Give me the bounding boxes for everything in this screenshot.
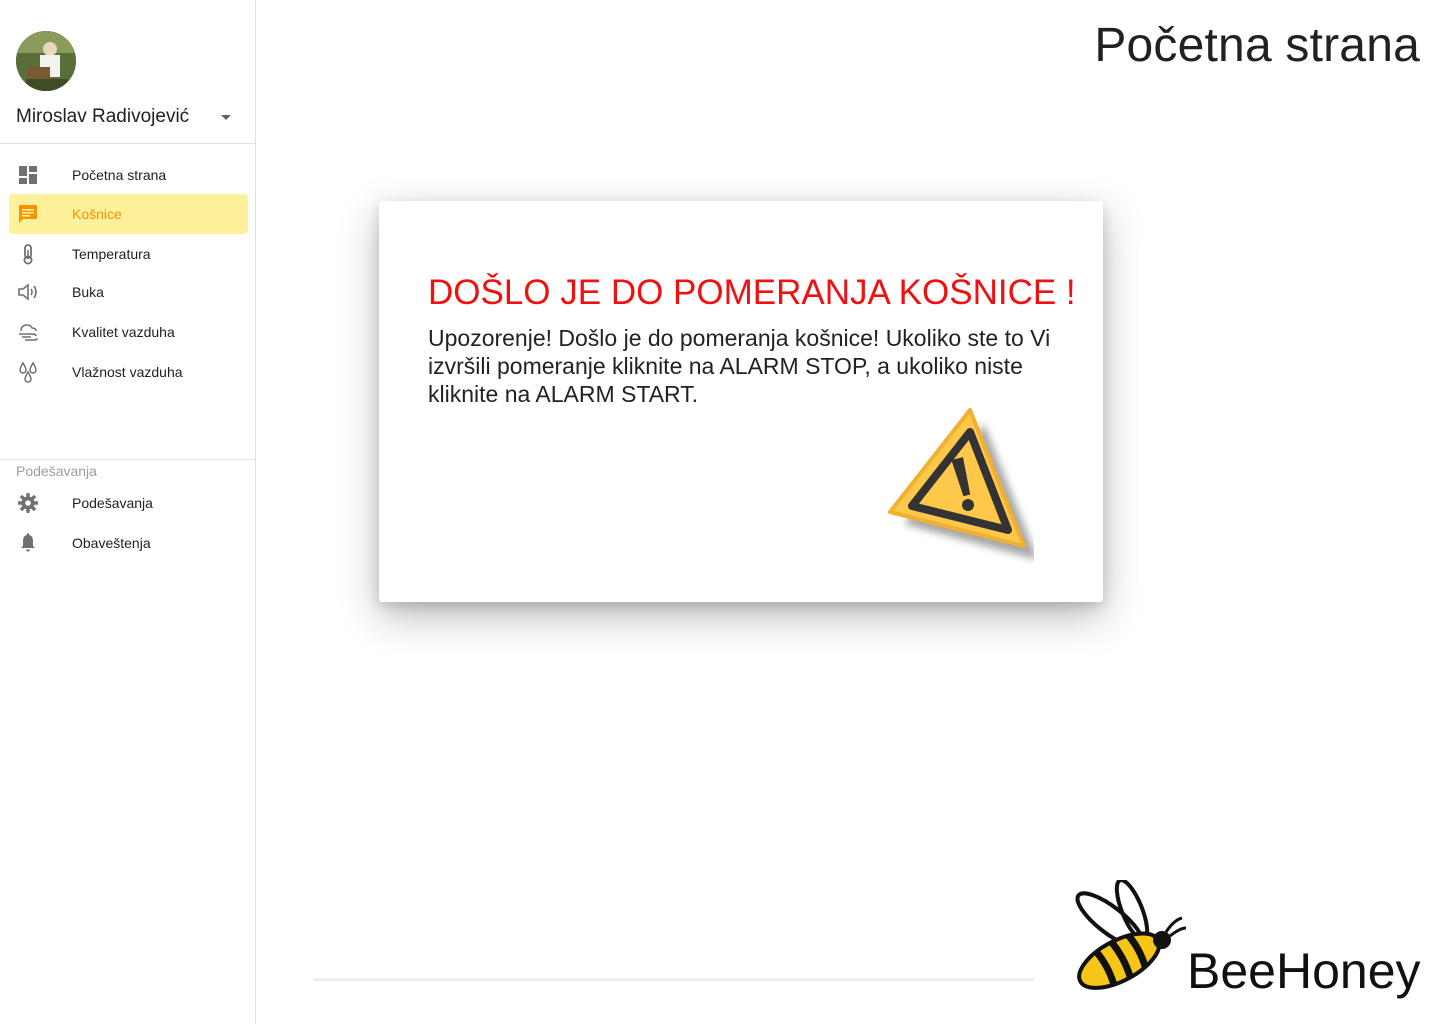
sidebar-item-kosnice[interactable]: Košnice — [9, 194, 248, 234]
brand-name: BeeHoney — [1187, 943, 1421, 999]
page-title: Početna strana — [1094, 19, 1420, 72]
droplets-icon — [17, 361, 39, 383]
section-label: Podešavanja — [16, 463, 97, 479]
chevron-down-icon[interactable] — [221, 114, 231, 120]
bee-logo-icon — [1075, 880, 1187, 990]
warning-icon — [884, 404, 1038, 564]
sidebar-item-label: Kvalitet vazduha — [72, 324, 175, 340]
sidebar: Miroslav Radivojević Početna strana Košn… — [0, 0, 256, 1024]
sidebar-item-kvalitet-vazduha[interactable]: Kvalitet vazduha — [9, 312, 248, 352]
dialog-message: Upozorenje! Došlo je do pomeranja košnic… — [428, 325, 1051, 407]
sidebar-item-label: Vlažnost vazduha — [72, 364, 183, 380]
dialog-title: DOŠLO JE DO POMERANJA KOŠNICE ! — [428, 273, 1076, 312]
sidebar-item-podesavanja[interactable]: Podešavanja — [9, 483, 248, 523]
divider — [0, 143, 255, 144]
brand-logo: BeeHoney — [1070, 880, 1430, 1010]
avatar-image — [16, 31, 76, 91]
sidebar-item-temperatura[interactable]: Temperatura — [9, 234, 248, 274]
user-menu[interactable]: Miroslav Radivojević — [16, 104, 241, 130]
divider — [0, 459, 255, 460]
sidebar-item-pocetna[interactable]: Početna strana — [9, 155, 248, 195]
sidebar-item-label: Buka — [72, 284, 104, 300]
sidebar-item-label: Temperatura — [72, 246, 151, 262]
user-name: Miroslav Radivojević — [16, 106, 190, 127]
avatar[interactable] — [16, 31, 76, 91]
sidebar-item-label: Košnice — [72, 206, 122, 222]
sidebar-item-label: Početna strana — [72, 167, 167, 183]
sidebar-item-vlaznost-vazduha[interactable]: Vlažnost vazduha — [9, 352, 248, 392]
alert-dialog: DOŠLO JE DO POMERANJA KOŠNICE ! Upozoren… — [379, 201, 1103, 602]
thermometer-icon — [17, 243, 39, 265]
message-icon — [17, 203, 39, 225]
sidebar-item-buka[interactable]: Buka — [9, 272, 248, 312]
speaker-icon — [17, 281, 39, 303]
divider — [314, 978, 1034, 981]
sidebar-item-label: Obaveštenja — [72, 535, 151, 551]
gear-icon — [17, 492, 39, 514]
dashboard-icon — [17, 164, 39, 186]
air-icon — [17, 321, 39, 343]
sidebar-item-obavestenja[interactable]: Obaveštenja — [9, 523, 248, 563]
sidebar-item-label: Podešavanja — [72, 495, 153, 511]
bell-icon — [17, 532, 39, 554]
